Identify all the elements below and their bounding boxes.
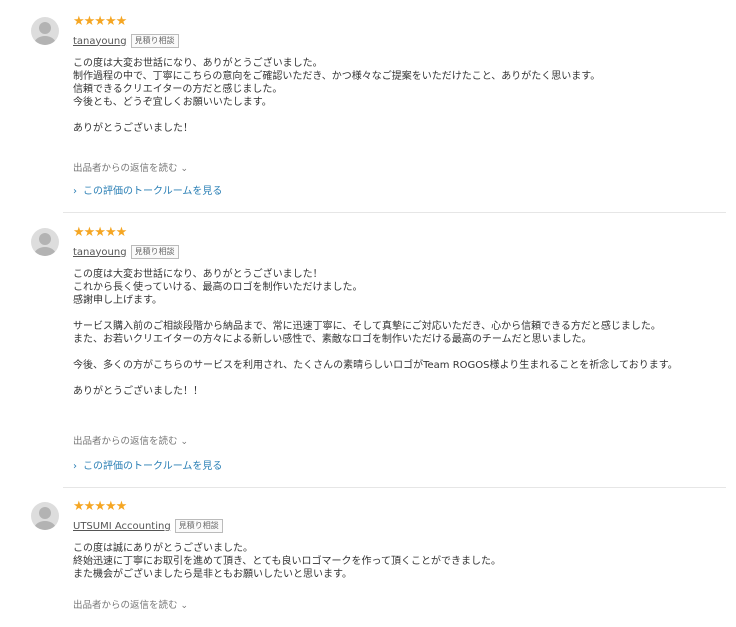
rating-stars: ★★★★★	[73, 499, 127, 514]
review-item: ★★★★★ UTSUMI Accounting 見積り相談 この度は誠にありがと…	[0, 500, 736, 627]
chevron-down-icon: ⌄	[180, 437, 189, 447]
review-divider	[63, 212, 726, 213]
chevron-down-icon: ⌄	[180, 601, 189, 611]
review-line: 制作過程の中で、丁寧にこちらの意向をご確認いただき、かつ様々なご提案をいただけた…	[73, 71, 601, 82]
reviewer-name-link[interactable]: tanayoung	[73, 36, 127, 47]
review-line: 今後とも、どうぞ宜しくお願いいたします。	[73, 97, 272, 108]
review-text: この度は大変お世話になり、ありがとうございました！ これから長く使っていける、最…	[73, 268, 733, 398]
reviewer-row: UTSUMI Accounting 見積り相談	[73, 518, 223, 534]
review-line: サービス購入前のご相談段階から納品まで、常に迅速丁寧に、そして真摯にご対応いただ…	[73, 321, 661, 332]
read-seller-reply-toggle[interactable]: 出品者からの返信を読む ⌄	[73, 160, 188, 174]
review-line: これから長く使っていける、最高のロゴを制作いただけました。	[73, 282, 363, 293]
user-avatar-icon[interactable]	[31, 228, 59, 256]
read-seller-reply-toggle[interactable]: 出品者からの返信を読む ⌄	[73, 433, 188, 447]
review-text: この度は大変お世話になり、ありがとうございました。 制作過程の中で、丁寧にこちら…	[73, 57, 733, 135]
review-line: 終始迅速に丁寧にお取引を進めて頂き、とても良いロゴマークを作って頂くことができま…	[73, 556, 501, 567]
view-talkroom-link[interactable]: › この評価のトークルームを見る	[73, 182, 222, 197]
user-avatar-icon[interactable]	[31, 502, 59, 530]
review-item: ★★★★★ tanayoung 見積り相談 この度は大変お世話になり、ありがとう…	[0, 226, 736, 481]
review-line: 信頼できるクリエイターの方だと感じました。	[73, 84, 283, 95]
review-line: この度は誠にありがとうございました。	[73, 543, 253, 554]
reply-toggle-label: 出品者からの返信を読む	[73, 600, 178, 611]
read-seller-reply-toggle[interactable]: 出品者からの返信を読む ⌄	[73, 597, 188, 611]
talkroom-link-label: この評価のトークルームを見る	[83, 186, 223, 197]
view-talkroom-link[interactable]: › この評価のトークルームを見る	[73, 457, 222, 472]
review-line: この度は大変お世話になり、ありがとうございました！	[73, 269, 323, 280]
review-line: また、お若いクリエイターの方々による新しい感性で、素敵なロゴを制作いただける最高…	[73, 334, 592, 345]
chevron-right-icon: ›	[73, 186, 77, 197]
service-type-badge: 見積り相談	[130, 34, 179, 48]
rating-stars: ★★★★★	[73, 225, 127, 240]
reviewer-row: tanayoung 見積り相談	[73, 33, 179, 49]
user-avatar-icon[interactable]	[31, 17, 59, 45]
rating-stars: ★★★★★	[73, 14, 127, 29]
review-divider	[63, 487, 726, 488]
reply-toggle-label: 出品者からの返信を読む	[73, 163, 178, 174]
reply-toggle-label: 出品者からの返信を読む	[73, 436, 178, 447]
service-type-badge: 見積り相談	[174, 519, 223, 533]
chevron-right-icon: ›	[73, 461, 77, 472]
review-line: ありがとうございました！	[73, 123, 193, 134]
chevron-down-icon: ⌄	[180, 164, 189, 174]
review-line: また機会がございましたら是非ともお願いしたいと思います。	[73, 569, 352, 580]
reviewer-name-link[interactable]: tanayoung	[73, 247, 127, 258]
review-item: ★★★★★ tanayoung 見積り相談 この度は大変お世話になり、ありがとう…	[0, 15, 736, 215]
reviewer-name-link[interactable]: UTSUMI Accounting	[73, 521, 171, 532]
review-line: 感謝申し上げます。	[73, 295, 162, 306]
review-line: 今後、多くの方がこちらのサービスを利用され、たくさんの素晴らしいロゴがTeam …	[73, 360, 678, 371]
reviewer-row: tanayoung 見積り相談	[73, 244, 179, 260]
review-line: ありがとうございました！！	[73, 386, 203, 397]
review-text: この度は誠にありがとうございました。 終始迅速に丁寧にお取引を進めて頂き、とても…	[73, 542, 733, 581]
talkroom-link-label: この評価のトークルームを見る	[83, 461, 223, 472]
service-type-badge: 見積り相談	[130, 245, 179, 259]
review-line: この度は大変お世話になり、ありがとうございました。	[73, 58, 323, 69]
